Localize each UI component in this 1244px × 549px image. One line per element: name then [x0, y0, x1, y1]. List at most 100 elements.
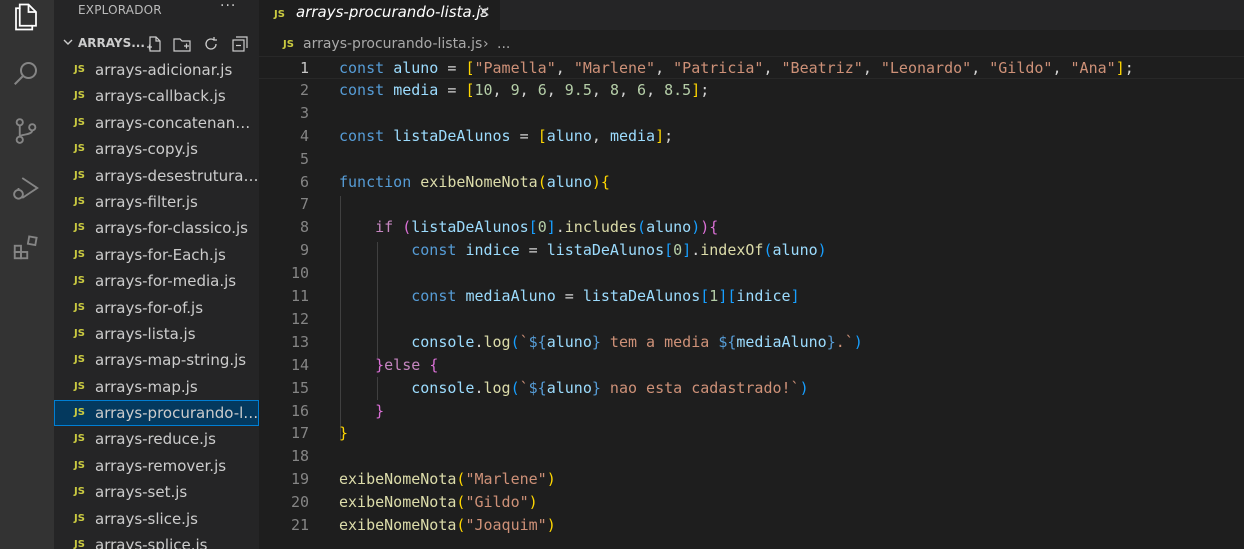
js-file-icon: JS: [74, 64, 85, 75]
code-token: .: [555, 218, 565, 237]
code-line[interactable]: 8 if (listaDeAlunos[0].includes(aluno)){: [259, 216, 1244, 239]
file-item[interactable]: JS arrays-concatenando.js: [54, 110, 259, 136]
code-token: }: [591, 378, 601, 397]
js-file-icon: JS: [274, 9, 285, 20]
code-token: .: [474, 378, 484, 397]
file-item[interactable]: JS arrays-filter.js: [54, 189, 259, 215]
refresh-icon[interactable]: [202, 35, 220, 53]
line-number: 21: [290, 516, 309, 534]
close-icon[interactable]: ✕: [478, 3, 491, 21]
code-token: ): [691, 218, 701, 237]
code-token: ]: [655, 126, 665, 145]
code-token: ): [817, 241, 827, 260]
extensions-icon[interactable]: [9, 230, 43, 264]
code-line[interactable]: 21 exibeNomeNota("Joaquim"): [259, 514, 1244, 537]
code-token: [: [700, 287, 710, 305]
file-item[interactable]: JS arrays-for-classico.js: [54, 215, 259, 241]
code-token: indexOf: [700, 241, 764, 260]
file-name: arrays-callback.js: [95, 87, 226, 106]
file-item[interactable]: JS arrays-desestruturando.js: [54, 163, 259, 189]
files-icon[interactable]: [9, 0, 43, 34]
new-file-icon[interactable]: [146, 35, 164, 53]
file-item[interactable]: JS arrays-splice.js: [54, 532, 259, 549]
file-item[interactable]: JS arrays-remover.js: [54, 453, 259, 479]
code-token: (: [402, 218, 412, 237]
code-token: ): [799, 378, 809, 397]
file-item[interactable]: JS arrays-for-Each.js: [54, 242, 259, 268]
code-token: ): [591, 172, 601, 191]
code-line[interactable]: 15 console.log(`${aluno} nao esta cadast…: [259, 377, 1244, 400]
code-text: }: [339, 402, 384, 420]
folder-header[interactable]: ARRAYS...: [54, 33, 259, 55]
file-item[interactable]: JS arrays-for-of.js: [54, 295, 259, 321]
code-line[interactable]: 3: [259, 102, 1244, 125]
code-line[interactable]: 1 const aluno = ["Pamella", "Marlene", "P…: [259, 56, 1244, 79]
search-icon[interactable]: [9, 56, 43, 90]
code-line[interactable]: 6 function exibeNomeNota(aluno){: [259, 171, 1244, 194]
code-token: 10: [474, 80, 493, 99]
code-line[interactable]: 11 const mediaAluno = listaDeAlunos[1][i…: [259, 285, 1244, 308]
code-line[interactable]: 20 exibeNomeNota("Gildo"): [259, 491, 1244, 514]
file-item[interactable]: JS arrays-slice.js: [54, 506, 259, 532]
code-line[interactable]: 17}: [259, 422, 1244, 445]
breadcrumb-symbols[interactable]: ...: [497, 36, 510, 52]
new-folder-icon[interactable]: [173, 35, 191, 53]
file-item[interactable]: JS arrays-callback.js: [54, 83, 259, 109]
code-token: (: [763, 241, 773, 260]
js-file-icon: JS: [74, 222, 85, 234]
file-item[interactable]: JS arrays-copy.js: [54, 136, 259, 162]
file-item[interactable]: JS arrays-lista.js: [54, 321, 259, 347]
code-token: const: [339, 59, 394, 77]
code-editor[interactable]: 1 const aluno = ["Pamella", "Marlene", "P…: [259, 56, 1244, 549]
code-token: ;: [1124, 59, 1134, 77]
code-text: console.log(`${aluno} tem a media ${medi…: [339, 333, 863, 351]
code-token: const: [339, 126, 394, 145]
code-line[interactable]: 2 const media = [10, 9, 6, 9.5, 8, 6, 8.5…: [259, 79, 1244, 102]
code-token: 9.5: [564, 80, 592, 99]
code-line[interactable]: 14 }else {: [259, 354, 1244, 377]
code-line[interactable]: 7: [259, 193, 1244, 216]
code-line[interactable]: 4 const listaDeAlunos = [aluno, media];: [259, 125, 1244, 148]
file-item[interactable]: JS arrays-reduce.js: [54, 426, 259, 452]
code-line[interactable]: 18: [259, 445, 1244, 468]
file-item[interactable]: JS arrays-map-string.js: [54, 347, 259, 373]
line-number: 11: [290, 287, 309, 305]
file-name: arrays-adicionar.js: [95, 61, 233, 79]
file-item[interactable]: JS arrays-procurando-lista.js: [54, 400, 259, 427]
line-number: 19: [290, 470, 309, 489]
code-line[interactable]: 16 }: [259, 400, 1244, 423]
file-item[interactable]: JS arrays-map.js: [54, 374, 259, 400]
code-token: (: [537, 172, 547, 191]
line-number: 5: [299, 149, 309, 168]
more-actions-icon[interactable]: ···: [220, 0, 236, 14]
code-token: ;: [664, 126, 674, 145]
code-token: ]: [718, 287, 728, 305]
code-line[interactable]: 5: [259, 148, 1244, 171]
js-file-icon: JS: [74, 248, 85, 260]
code-line[interactable]: 12: [259, 308, 1244, 331]
js-file-icon: JS: [74, 433, 85, 445]
code-line[interactable]: 9 const indice = listaDeAlunos[0].indexO…: [259, 239, 1244, 262]
file-item[interactable]: JS arrays-set.js: [54, 479, 259, 505]
file-item[interactable]: JS arrays-for-media.js: [54, 268, 259, 294]
code-token: ${: [528, 332, 547, 351]
code-token: ,: [763, 59, 782, 77]
code-token: ,: [655, 59, 674, 77]
editor-tab[interactable]: JS arrays-procurando-lista.js ✕: [259, 0, 500, 30]
activity-bar: [0, 0, 54, 549]
source-control-icon[interactable]: [9, 114, 43, 148]
code-token: ): [853, 332, 863, 351]
collapse-all-icon[interactable]: [231, 35, 249, 53]
code-token: media: [393, 80, 439, 99]
breadcrumb-file[interactable]: arrays-procurando-lista.js: [303, 36, 482, 52]
run-debug-icon[interactable]: [9, 171, 43, 205]
code-line[interactable]: 10: [259, 262, 1244, 285]
file-item[interactable]: JS arrays-adicionar.js: [54, 57, 259, 83]
code-line[interactable]: 13 console.log(`${aluno} tem a media ${m…: [259, 331, 1244, 354]
code-token: {: [600, 172, 610, 191]
code-token: ): [546, 470, 556, 489]
code-line[interactable]: 19 exibeNomeNota("Marlene"): [259, 468, 1244, 491]
code-token: nao esta cadastrado!`: [600, 378, 800, 397]
